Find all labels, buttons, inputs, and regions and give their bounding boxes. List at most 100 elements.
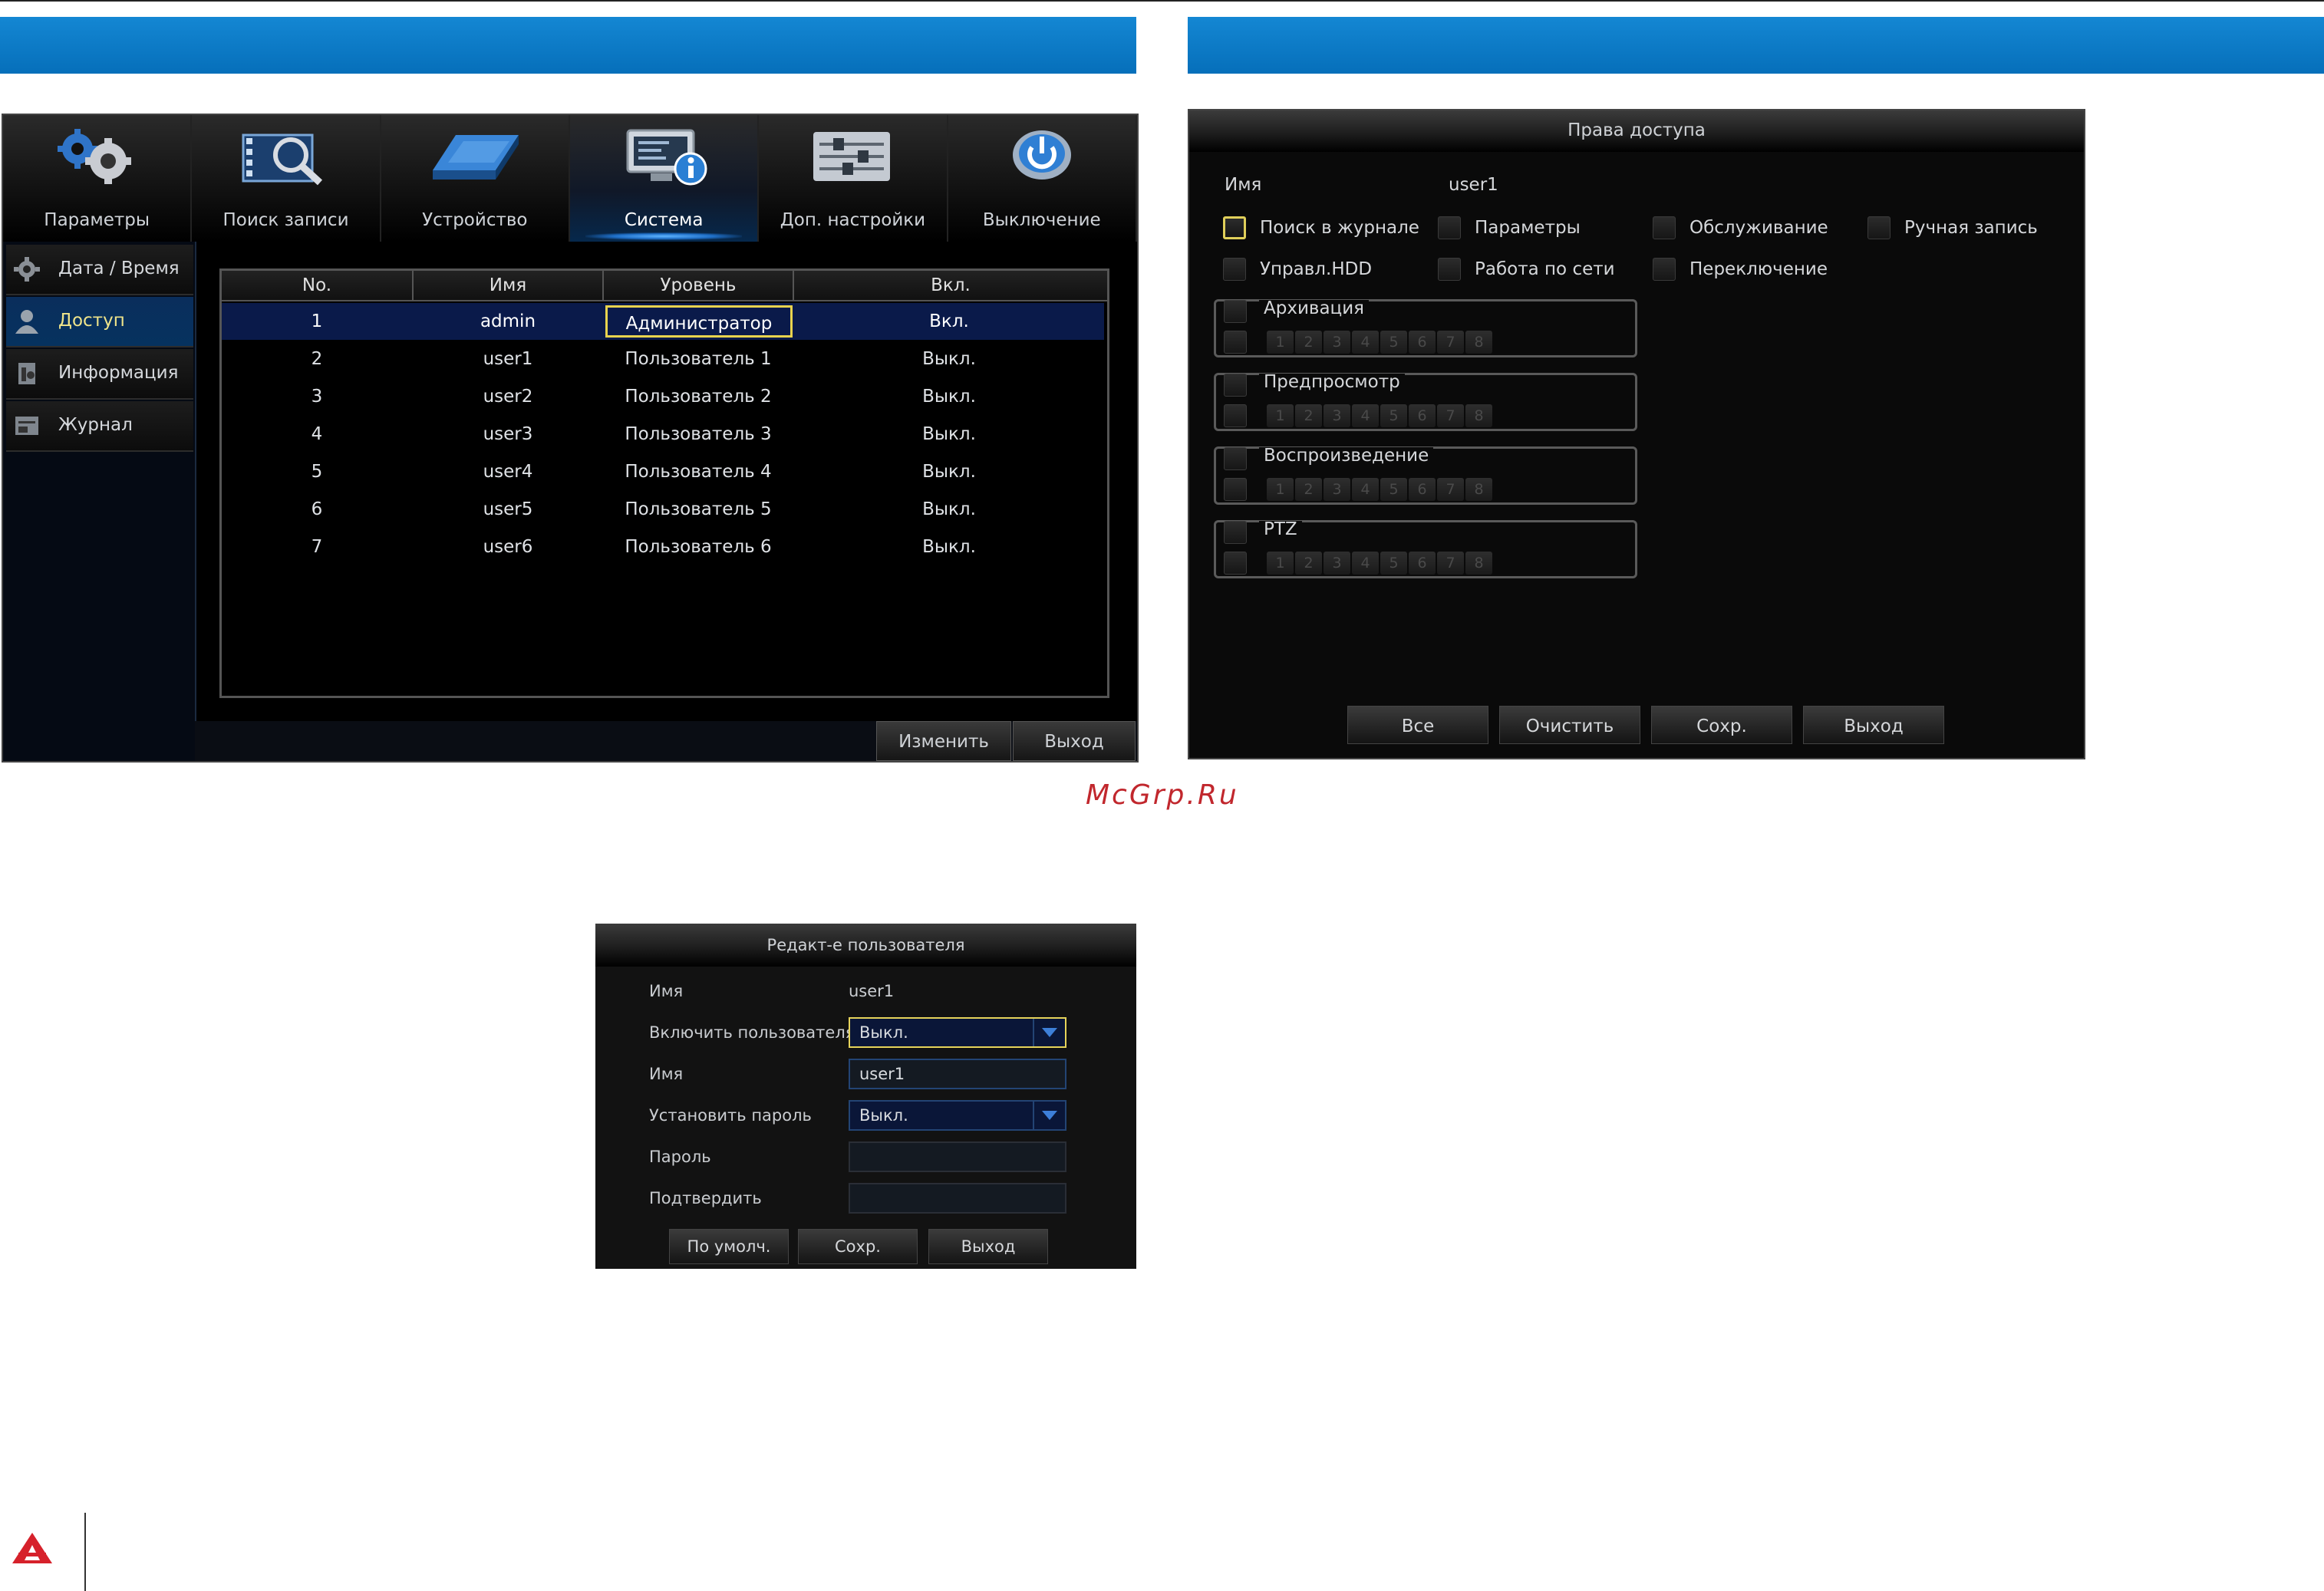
channel-button[interactable]: 4 xyxy=(1352,552,1379,575)
cell-name: user4 xyxy=(483,462,533,482)
group-checkbox[interactable] xyxy=(1224,447,1247,470)
set-password-value: Выкл. xyxy=(859,1106,908,1125)
checkbox-maintenance[interactable] xyxy=(1653,216,1676,239)
sidebar-item-access[interactable]: Доступ xyxy=(6,297,193,348)
table-row[interactable]: 6 user5 Пользователь 5 Выкл. xyxy=(222,491,1104,528)
cell-level: Пользователь 6 xyxy=(625,537,772,557)
channel-button[interactable]: 5 xyxy=(1380,331,1407,354)
checkbox-parameters[interactable] xyxy=(1438,216,1461,239)
channel-button[interactable]: 2 xyxy=(1295,552,1322,575)
save-button[interactable]: Сохр. xyxy=(798,1229,918,1264)
channel-button[interactable]: 4 xyxy=(1352,331,1379,354)
channel-button[interactable]: 1 xyxy=(1267,404,1294,427)
sidebar-item-information[interactable]: Информация xyxy=(6,349,193,400)
cell-enabled: Выкл. xyxy=(922,537,976,557)
tab-system[interactable]: Система xyxy=(569,115,760,242)
username-field[interactable]: user1 xyxy=(849,1059,1066,1089)
channel-button[interactable]: 6 xyxy=(1409,478,1436,501)
channel-button[interactable]: 3 xyxy=(1324,552,1350,575)
tab-shutdown[interactable]: Выключение xyxy=(948,115,1137,242)
tab-device[interactable]: Устройство xyxy=(381,115,570,242)
channel-button[interactable]: 6 xyxy=(1409,404,1436,427)
exit-button[interactable]: Выход xyxy=(928,1229,1048,1264)
group-preview: Предпросмотр 1 2 3 4 5 6 7 8 xyxy=(1214,373,1637,431)
tab-label: Выключение xyxy=(982,210,1101,230)
edit-button[interactable]: Изменить xyxy=(876,721,1011,761)
channel-button[interactable]: 8 xyxy=(1465,478,1492,501)
save-button[interactable]: Сохр. xyxy=(1651,706,1792,744)
checkbox-hdd-control[interactable] xyxy=(1223,258,1246,281)
name-value: user1 xyxy=(1449,175,1498,195)
table-row[interactable]: 3 user2 Пользователь 2 Выкл. xyxy=(222,378,1104,415)
channel-buttons: 1 2 3 4 5 6 7 8 xyxy=(1267,331,1492,354)
channel-button[interactable]: 7 xyxy=(1437,331,1464,354)
table-row[interactable]: 5 user4 Пользователь 4 Выкл. xyxy=(222,453,1104,490)
table-row[interactable]: 1 admin Администратор Вкл. xyxy=(222,303,1104,340)
exit-button[interactable]: Выход xyxy=(1803,706,1944,744)
channel-button[interactable]: 7 xyxy=(1437,478,1464,501)
cell-no: 7 xyxy=(311,537,323,557)
channel-button[interactable]: 2 xyxy=(1295,404,1322,427)
channel-button[interactable]: 1 xyxy=(1267,552,1294,575)
checkbox-log-search[interactable] xyxy=(1223,216,1246,239)
cell-level: Пользователь 2 xyxy=(625,387,772,407)
table-row[interactable]: 2 user1 Пользователь 1 Выкл. xyxy=(222,341,1104,377)
table-row[interactable]: 4 user3 Пользователь 3 Выкл. xyxy=(222,416,1104,453)
channel-button[interactable]: 6 xyxy=(1409,552,1436,575)
channel-button[interactable]: 5 xyxy=(1380,404,1407,427)
clear-button[interactable]: Очистить xyxy=(1499,706,1640,744)
channel-button[interactable]: 3 xyxy=(1324,331,1350,354)
dialog-title: Редакт-е пользователя xyxy=(595,924,1136,967)
exit-button[interactable]: Выход xyxy=(1013,721,1136,761)
channel-button[interactable]: 1 xyxy=(1267,331,1294,354)
channel-button[interactable]: 8 xyxy=(1465,552,1492,575)
channel-button[interactable]: 3 xyxy=(1324,478,1350,501)
channel-all-checkbox[interactable] xyxy=(1224,552,1247,575)
sidebar-item-label: Дата / Время xyxy=(58,259,180,278)
sliders-icon xyxy=(813,132,891,181)
select-all-button[interactable]: Все xyxy=(1347,706,1488,744)
group-checkbox[interactable] xyxy=(1224,300,1247,323)
group-title: Предпросмотр xyxy=(1259,374,1405,391)
film-search-icon xyxy=(242,133,323,186)
channel-button[interactable]: 1 xyxy=(1267,478,1294,501)
channel-button[interactable]: 8 xyxy=(1465,404,1492,427)
cell-level[interactable]: Администратор xyxy=(605,305,793,338)
channel-button[interactable]: 5 xyxy=(1380,478,1407,501)
sidebar-item-date-time[interactable]: Дата / Время xyxy=(6,245,193,295)
checkbox-network[interactable] xyxy=(1438,258,1461,281)
table-row[interactable]: 7 user6 Пользователь 6 Выкл. xyxy=(222,529,1104,565)
sidebar-item-log[interactable]: Журнал xyxy=(6,401,193,452)
default-button[interactable]: По умолч. xyxy=(669,1229,789,1264)
group-checkbox[interactable] xyxy=(1224,521,1247,544)
channel-button[interactable]: 8 xyxy=(1465,331,1492,354)
channel-button[interactable]: 7 xyxy=(1437,404,1464,427)
set-password-select[interactable]: Выкл. xyxy=(849,1100,1066,1131)
channel-all-checkbox[interactable] xyxy=(1224,331,1247,354)
channel-button[interactable]: 4 xyxy=(1352,478,1379,501)
cell-name: user2 xyxy=(483,387,533,407)
cell-level: Пользователь 4 xyxy=(625,462,772,482)
channel-button[interactable]: 5 xyxy=(1380,552,1407,575)
channel-button[interactable]: 4 xyxy=(1352,404,1379,427)
group-checkbox[interactable] xyxy=(1224,374,1247,397)
tab-record-search[interactable]: Поиск записи xyxy=(192,115,381,242)
channel-all-checkbox[interactable] xyxy=(1224,404,1247,427)
channel-button[interactable]: 2 xyxy=(1295,478,1322,501)
watermark: McGrp.Ru xyxy=(1086,779,1239,811)
enable-user-select[interactable]: Выкл. xyxy=(849,1017,1066,1048)
checkbox-switching[interactable] xyxy=(1653,258,1676,281)
channel-button[interactable]: 2 xyxy=(1295,331,1322,354)
confirm-password-field[interactable] xyxy=(849,1183,1066,1214)
channel-button[interactable]: 3 xyxy=(1324,404,1350,427)
tab-advanced-settings[interactable]: Доп. настройки xyxy=(759,115,948,242)
tab-parameters[interactable]: Параметры xyxy=(3,115,193,242)
perm-label: Ручная запись xyxy=(1904,218,2038,238)
channel-all-checkbox[interactable] xyxy=(1224,478,1247,501)
password-field[interactable] xyxy=(849,1141,1066,1172)
column-header-no: No. xyxy=(222,271,414,301)
footer-divider xyxy=(84,1513,86,1591)
channel-button[interactable]: 7 xyxy=(1437,552,1464,575)
checkbox-manual-record[interactable] xyxy=(1867,216,1891,239)
channel-button[interactable]: 6 xyxy=(1409,331,1436,354)
